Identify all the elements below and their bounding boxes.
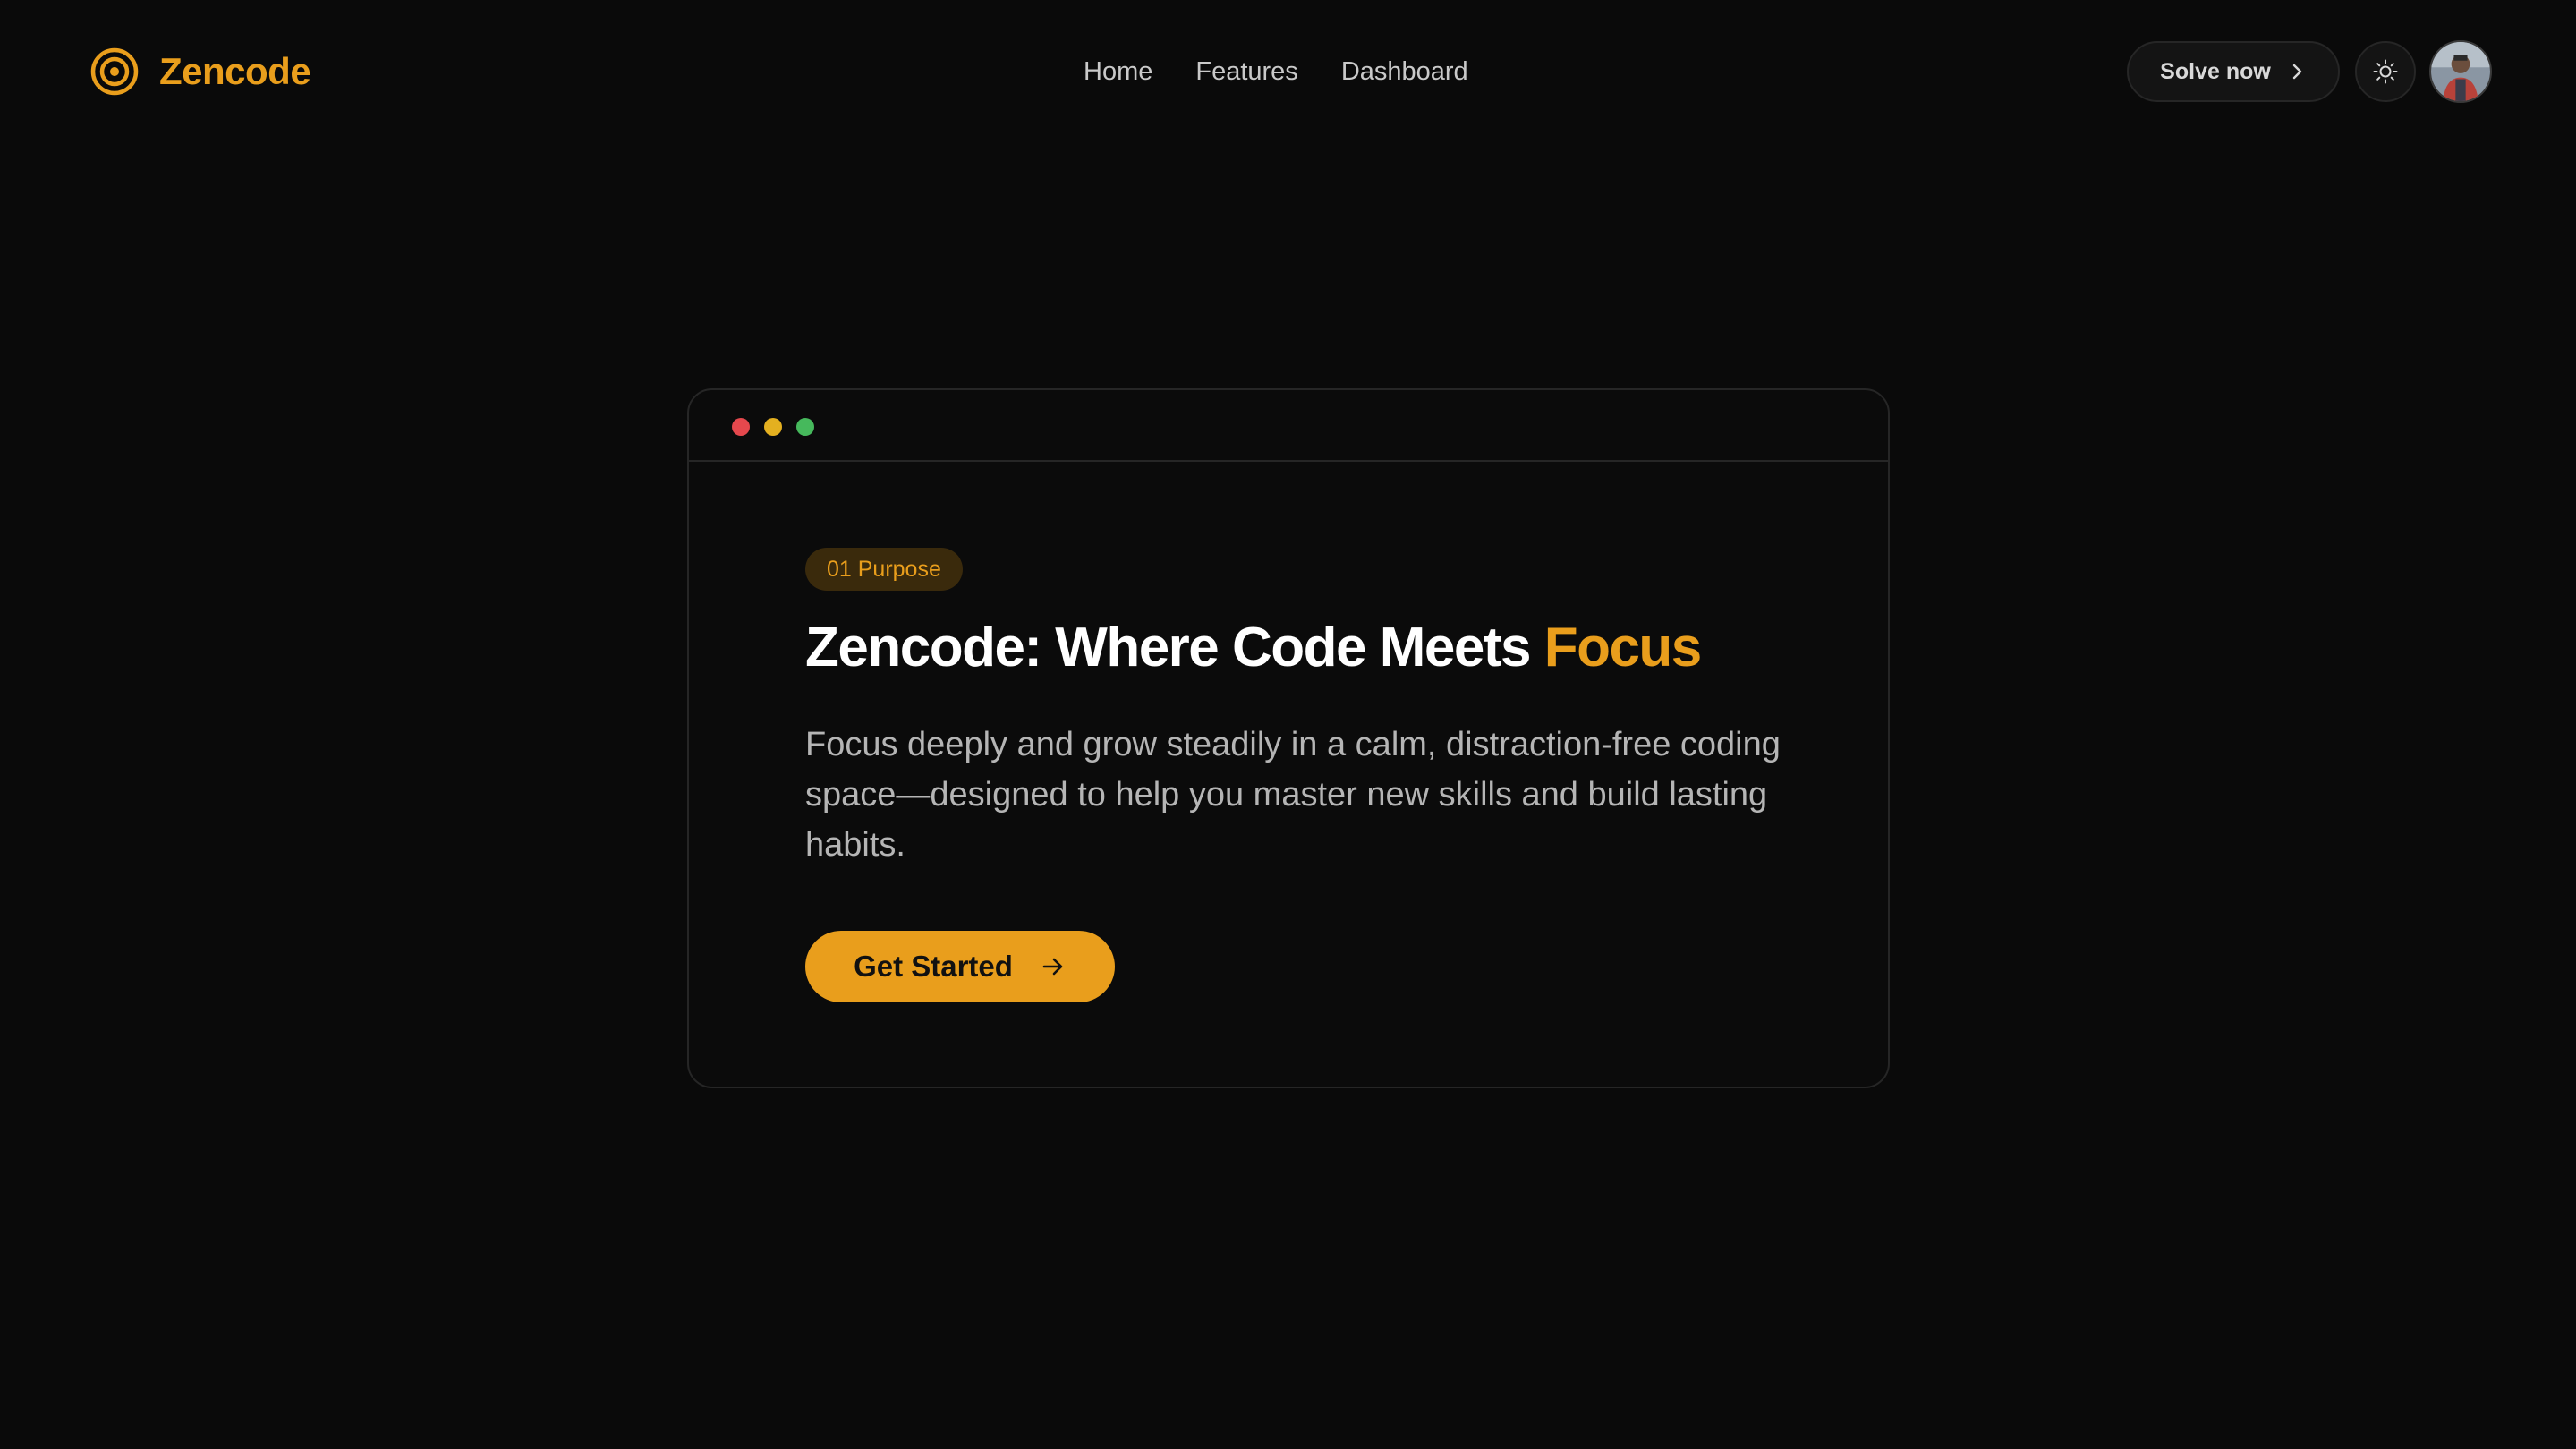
nav-link-home[interactable]: Home xyxy=(1084,57,1152,87)
user-avatar[interactable] xyxy=(2429,40,2492,103)
window-dot-green xyxy=(796,418,814,436)
window-dot-red xyxy=(732,418,750,436)
nav-link-features[interactable]: Features xyxy=(1195,57,1297,87)
theme-toggle-button[interactable] xyxy=(2355,41,2416,102)
target-logo-icon xyxy=(90,47,139,96)
get-started-label: Get Started xyxy=(854,950,1013,983)
window-title-bar xyxy=(689,390,1888,462)
top-navbar: Zencode Home Features Dashboard Solve no… xyxy=(0,0,2576,143)
brand-logo-link[interactable]: Zencode xyxy=(89,45,311,98)
window-dot-yellow xyxy=(764,418,782,436)
main-nav: Home Features Dashboard xyxy=(1084,50,1468,93)
avatar-photo xyxy=(2431,42,2490,101)
section-badge: 01 Purpose xyxy=(805,548,963,591)
hero-title: Zencode: Where Code Meets Focus xyxy=(805,612,1703,684)
sun-icon xyxy=(2373,59,2398,84)
arrow-right-icon xyxy=(1042,958,1063,976)
hero-title-main: Zencode: Where Code Meets xyxy=(805,617,1544,678)
brand-name: Zencode xyxy=(159,50,311,92)
hero-title-accent: Focus xyxy=(1543,617,1703,678)
nav-link-dashboard[interactable]: Dashboard xyxy=(1341,57,1468,87)
solve-now-label: Solve now xyxy=(2160,58,2271,84)
hero-card: 01 Purpose Zencode: Where Code Meets Foc… xyxy=(687,388,1890,1088)
get-started-button[interactable]: Get Started xyxy=(805,931,1115,1002)
hero-description: Focus deeply and grow steadily in a calm… xyxy=(805,726,1781,864)
solve-now-button[interactable]: Solve now xyxy=(2127,41,2340,102)
chevron-right-icon xyxy=(2292,64,2302,80)
